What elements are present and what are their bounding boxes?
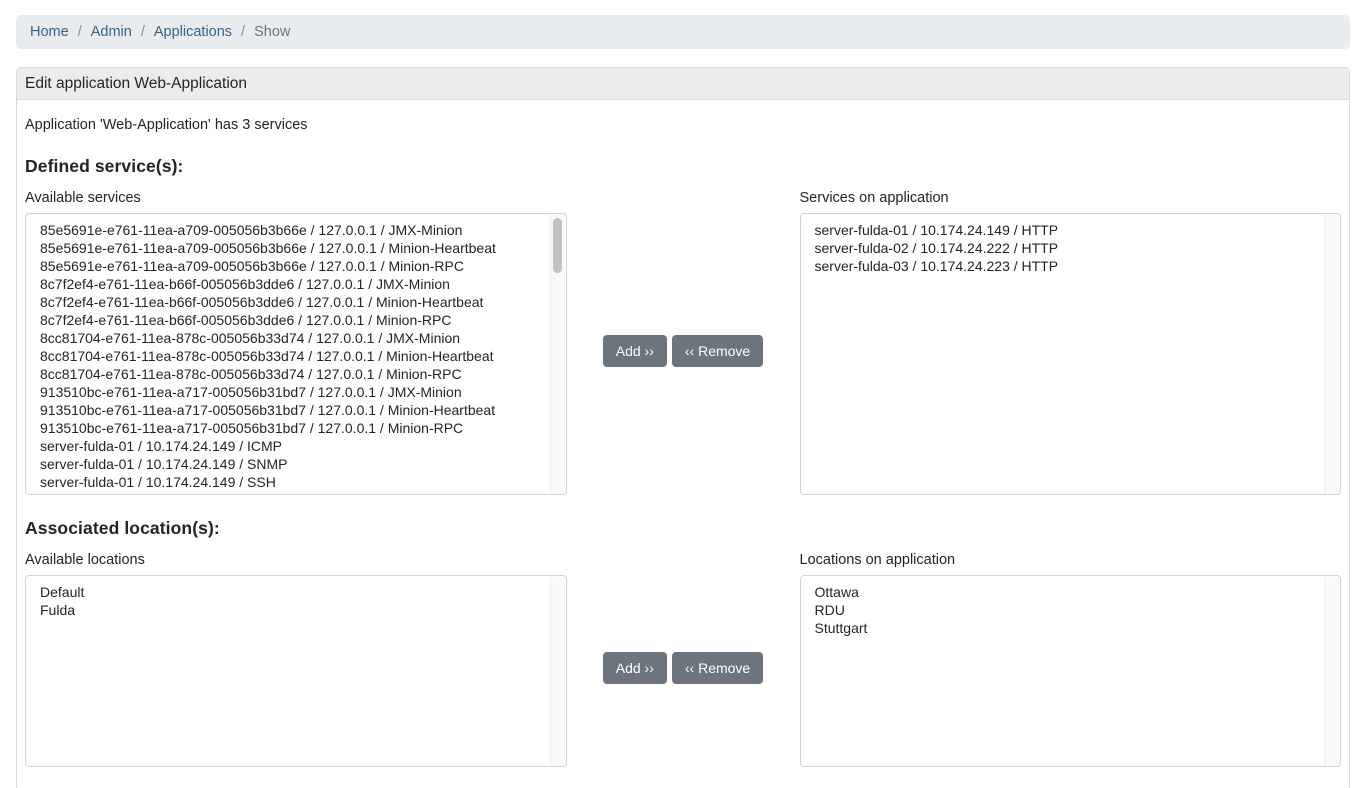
breadcrumb-separator: / <box>241 24 245 40</box>
services-dual-select: Available services 85e5691e-e761-11ea-a7… <box>25 177 1341 495</box>
services-remove-button[interactable]: ‹‹ Remove <box>672 335 763 367</box>
list-option[interactable]: Stuttgart <box>815 619 1319 637</box>
breadcrumb: Home / Admin / Applications / Show <box>16 15 1350 49</box>
breadcrumb-link-admin[interactable]: Admin <box>91 24 132 40</box>
scrollbar-track[interactable] <box>1324 215 1339 493</box>
card-body: Application 'Web-Application' has 3 serv… <box>17 100 1349 788</box>
list-option[interactable]: server-fulda-01 / 10.174.24.149 / SNMP <box>40 455 544 473</box>
list-option[interactable]: 8c7f2ef4-e761-11ea-b66f-005056b3dde6 / 1… <box>40 275 544 293</box>
available-locations-listbox[interactable]: DefaultFulda <box>25 575 567 767</box>
list-option[interactable]: 8cc81704-e761-11ea-878c-005056b33d74 / 1… <box>40 329 544 347</box>
list-option[interactable]: 85e5691e-e761-11ea-a709-005056b3b66e / 1… <box>40 221 544 239</box>
list-option[interactable]: server-fulda-01 / 10.174.24.149 / SSH <box>40 473 544 491</box>
breadcrumb-separator: / <box>141 24 145 40</box>
scrollbar-track[interactable] <box>550 215 565 493</box>
services-actions-column: Add ›› ‹‹ Remove <box>567 177 800 495</box>
breadcrumb-separator: / <box>78 24 82 40</box>
list-option[interactable]: server-fulda-01 / 10.174.24.149 / HTTP <box>815 221 1319 239</box>
available-services-label: Available services <box>25 190 567 206</box>
breadcrumb-link-home[interactable]: Home <box>30 24 69 40</box>
list-option[interactable]: 85e5691e-e761-11ea-a709-005056b3b66e / 1… <box>40 239 544 257</box>
list-option[interactable]: server-fulda-02 / 10.174.24.222 / HTTP <box>815 239 1319 257</box>
application-summary-text: Application 'Web-Application' has 3 serv… <box>25 117 1341 133</box>
services-on-application-listbox[interactable]: server-fulda-01 / 10.174.24.149 / HTTPse… <box>800 213 1342 495</box>
list-option[interactable]: 8c7f2ef4-e761-11ea-b66f-005056b3dde6 / 1… <box>40 293 544 311</box>
associated-locations-heading: Associated location(s): <box>25 518 1341 539</box>
breadcrumb-link-applications[interactable]: Applications <box>154 24 232 40</box>
list-option[interactable]: server-fulda-03 / 10.174.24.223 / HTTP <box>815 257 1319 275</box>
available-locations-label: Available locations <box>25 552 567 568</box>
scrollbar-track[interactable] <box>1324 577 1339 765</box>
breadcrumb-current-show: Show <box>254 24 290 40</box>
list-option[interactable]: 8c7f2ef4-e761-11ea-b66f-005056b3dde6 / 1… <box>40 311 544 329</box>
services-on-application-label: Services on application <box>800 190 1342 206</box>
assigned-services-column: Services on application server-fulda-01 … <box>800 177 1342 495</box>
locations-dual-select: Available locations DefaultFulda Add ›› … <box>25 539 1341 767</box>
scrollbar-thumb[interactable] <box>553 218 562 273</box>
locations-add-button[interactable]: Add ›› <box>603 652 667 684</box>
locations-remove-button[interactable]: ‹‹ Remove <box>672 652 763 684</box>
assigned-locations-column: Locations on application OttawaRDUStuttg… <box>800 539 1342 767</box>
available-services-column: Available services 85e5691e-e761-11ea-a7… <box>25 177 567 495</box>
page: Home / Admin / Applications / Show Edit … <box>0 0 1366 788</box>
list-option[interactable]: Ottawa <box>815 583 1319 601</box>
list-option[interactable]: 913510bc-e761-11ea-a717-005056b31bd7 / 1… <box>40 419 544 437</box>
list-option[interactable]: 913510bc-e761-11ea-a717-005056b31bd7 / 1… <box>40 383 544 401</box>
available-services-listbox[interactable]: 85e5691e-e761-11ea-a709-005056b3b66e / 1… <box>25 213 567 495</box>
scrollbar-track[interactable] <box>550 577 565 765</box>
list-option[interactable]: RDU <box>815 601 1319 619</box>
list-option[interactable]: 8cc81704-e761-11ea-878c-005056b33d74 / 1… <box>40 347 544 365</box>
list-option[interactable]: Fulda <box>40 601 544 619</box>
edit-application-card: Edit application Web-Application Applica… <box>16 67 1350 788</box>
list-option[interactable]: 8cc81704-e761-11ea-878c-005056b33d74 / 1… <box>40 365 544 383</box>
list-option[interactable]: 913510bc-e761-11ea-a717-005056b31bd7 / 1… <box>40 401 544 419</box>
locations-on-application-label: Locations on application <box>800 552 1342 568</box>
list-option[interactable]: Default <box>40 583 544 601</box>
locations-on-application-listbox[interactable]: OttawaRDUStuttgart <box>800 575 1342 767</box>
card-header-title: Edit application Web-Application <box>17 68 1349 100</box>
list-option[interactable]: 85e5691e-e761-11ea-a709-005056b3b66e / 1… <box>40 257 544 275</box>
available-locations-column: Available locations DefaultFulda <box>25 539 567 767</box>
defined-services-heading: Defined service(s): <box>25 156 1341 177</box>
list-option[interactable]: server-fulda-01 / 10.174.24.149 / ICMP <box>40 437 544 455</box>
locations-actions-column: Add ›› ‹‹ Remove <box>567 539 800 767</box>
services-add-button[interactable]: Add ›› <box>603 335 667 367</box>
